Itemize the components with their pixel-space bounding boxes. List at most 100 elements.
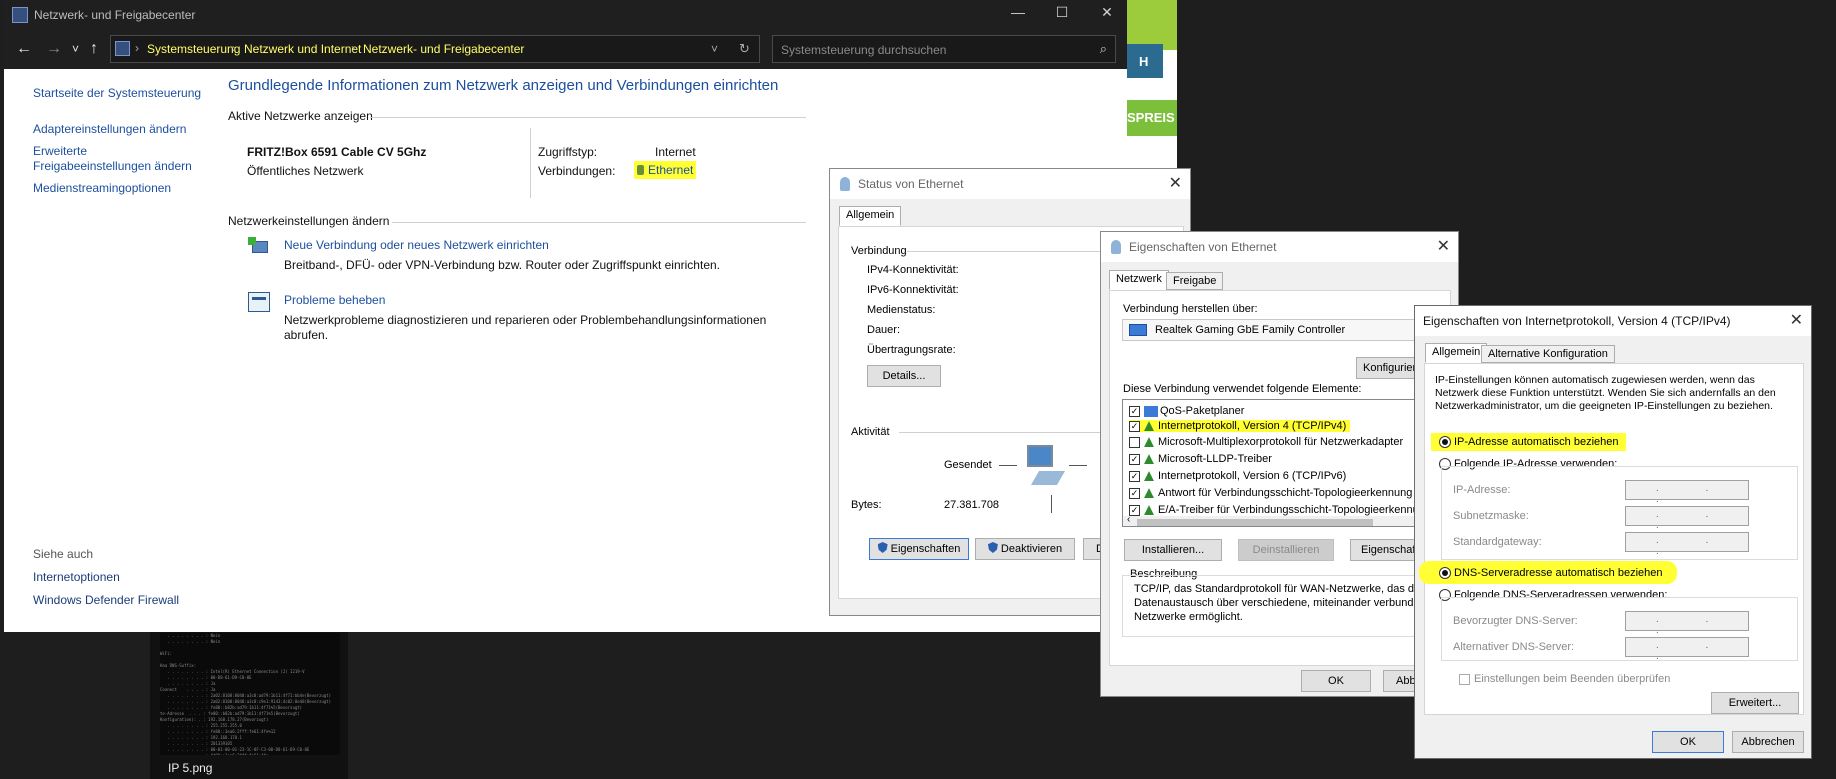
list-item[interactable]: ✓ QoS-Paketplaner	[1129, 405, 1244, 417]
checkbox[interactable]	[1459, 673, 1470, 685]
dns-preferred-label: Bevorzugter DNS-Server:	[1453, 615, 1578, 627]
radio-auto-ip[interactable]: IP-Adresse automatisch beziehen	[1431, 433, 1627, 452]
cancel-button[interactable]: Abbrechen	[1732, 731, 1804, 753]
tab-general[interactable]: Allgemein	[1425, 343, 1488, 363]
refresh-icon[interactable]: ↻	[739, 41, 750, 57]
sidebar-item-advanced-line1[interactable]: Erweiterte	[33, 144, 87, 158]
ok-button[interactable]: OK	[1301, 670, 1371, 692]
address-bar[interactable]: › Systemsteuerung › Netzwerk und Interne…	[110, 35, 760, 63]
dialog-title: Eigenschaften von Ethernet	[1129, 240, 1277, 254]
details-button[interactable]: Details...	[867, 365, 941, 387]
sidebar-link-internet-options[interactable]: Internetoptionen	[33, 570, 120, 584]
ipv4-properties-dialog: Eigenschaften von Internetprotokoll, Ver…	[1414, 305, 1812, 759]
dns-preferred-input[interactable]: . . .	[1625, 611, 1749, 636]
items-label: Diese Verbindung verwendet folgende Elem…	[1123, 383, 1362, 395]
intro-text: IP-Einstellungen können automatisch zuge…	[1435, 374, 1776, 412]
sent-label: Gesendet	[944, 459, 992, 471]
list-item[interactable]: ✓ Microsoft-LLDP-Treiber	[1129, 453, 1272, 465]
sidebar-item-media[interactable]: Medienstreamingoptionen	[33, 181, 171, 195]
up-arrow-icon[interactable]: ↑	[90, 40, 98, 58]
network-name: FRITZ!Box 6591 Cable CV 5Ghz	[247, 145, 427, 159]
list-item[interactable]: ✓ Internetprotokoll, Version 6 (TCP/IPv6)	[1129, 470, 1346, 482]
close-icon[interactable]: ✕	[1790, 310, 1803, 330]
radio-auto-dns-label: DNS-Serveradresse automatisch beziehen	[1454, 567, 1663, 579]
search-icon[interactable]: ⌕	[1100, 41, 1107, 57]
validate-checkbox[interactable]: Einstellungen beim Beenden überprüfen	[1459, 673, 1670, 685]
ethernet-link-label[interactable]: Ethernet	[648, 163, 693, 177]
close-icon[interactable]: ✕	[1437, 236, 1450, 256]
radio-button[interactable]	[1439, 567, 1451, 580]
ok-button[interactable]: OK	[1652, 731, 1724, 753]
window-titlebar: Netzwerk- und Freigabecenter — ☐ ✕	[4, 0, 1127, 30]
breadcrumb-freigabecenter[interactable]: Netzwerk- und Freigabecenter	[363, 42, 524, 56]
new-connection-icon	[248, 237, 272, 259]
search-input[interactable]: Systemsteuerung durchsuchen ⌕	[772, 35, 1116, 63]
horizontal-scrollbar[interactable]: ‹	[1123, 514, 1451, 526]
radio-auto-ip-label: IP-Adresse automatisch beziehen	[1454, 436, 1619, 448]
install-button[interactable]: Installieren...	[1124, 539, 1222, 561]
subnet-input[interactable]: . . .	[1625, 506, 1749, 531]
sidebar-item-home[interactable]: Startseite der Systemsteuerung	[33, 86, 201, 100]
background-badge-text: H	[1139, 54, 1149, 69]
sidebar-item-advanced-line2[interactable]: Freigabeeinstellungen ändern	[33, 159, 192, 173]
protocol-icon	[1144, 437, 1154, 448]
network-type[interactable]: Öffentliches Netzwerk	[247, 164, 364, 178]
address-dropdown-icon[interactable]: ˅	[711, 42, 718, 56]
radio-button[interactable]	[1439, 436, 1451, 449]
dns-alternate-input[interactable]: . . .	[1625, 637, 1749, 662]
radio-auto-dns[interactable]: DNS-Serveradresse automatisch beziehen	[1419, 561, 1677, 585]
tab-alternative-config[interactable]: Alternative Konfiguration	[1481, 345, 1615, 363]
adapter-field: Realtek Gaming GbE Family Controller	[1122, 319, 1452, 341]
task-troubleshoot-desc-line1: Netzwerkprobleme diagnostizieren und rep…	[284, 313, 767, 327]
protocol-icon	[1144, 488, 1154, 499]
deactivate-button[interactable]: Deaktivieren	[975, 538, 1075, 560]
list-item[interactable]: Microsoft-Multiplexorprotokoll für Netzw…	[1129, 436, 1403, 448]
breadcrumb-systemsteuerung[interactable]: Systemsteuerung	[147, 42, 240, 56]
close-icon[interactable]: ✕	[1169, 173, 1182, 193]
background-banner	[1125, 0, 1177, 50]
advanced-button[interactable]: Erweitert...	[1711, 692, 1799, 714]
maximize-button[interactable]: ☐	[1051, 4, 1073, 26]
forward-arrow-icon[interactable]: →	[46, 40, 62, 58]
gateway-label: Standardgateway:	[1453, 536, 1542, 548]
speed-label: Übertragungsrate:	[867, 344, 956, 356]
recent-locations-icon[interactable]: ˅	[72, 42, 79, 56]
gateway-input[interactable]: . . .	[1625, 532, 1749, 557]
scrollbar-thumb[interactable]	[1137, 519, 1373, 526]
list-item[interactable]: ✓ Antwort für Verbindungsschicht-Topologi…	[1129, 487, 1412, 499]
list-item-ipv4[interactable]: ✓ Internetprotokoll, Version 4 (TCP/IPv4)	[1129, 420, 1351, 432]
properties-button[interactable]: Eigenschaften	[869, 538, 969, 560]
sidebar-link-firewall[interactable]: Windows Defender Firewall	[33, 593, 179, 607]
access-type-value: Internet	[655, 145, 696, 159]
media-status-label: Medienstatus:	[867, 304, 936, 316]
task-new-connection[interactable]: Neue Verbindung oder neues Netzwerk einr…	[284, 238, 549, 252]
components-list[interactable]: ✓ QoS-Paketplaner ✓ Internetprotokoll, Ver…	[1122, 399, 1452, 527]
uninstall-button[interactable]: Deinstallieren	[1238, 539, 1334, 561]
dns-alternate-label: Alternativer DNS-Server:	[1453, 641, 1575, 653]
sidebar-item-adapter[interactable]: Adaptereinstellungen ändern	[33, 122, 186, 136]
minimize-button[interactable]: —	[1007, 4, 1029, 26]
uac-shield-icon	[987, 542, 998, 553]
network-adapter-icon	[1129, 324, 1147, 336]
tab-allgemein[interactable]: Allgemein	[839, 206, 902, 226]
search-placeholder: Systemsteuerung durchsuchen	[781, 43, 947, 57]
dialog-title: Eigenschaften von Internetprotokoll, Ver…	[1423, 314, 1731, 328]
ip-address-input[interactable]: . . .	[1625, 480, 1749, 505]
close-button[interactable]: ✕	[1096, 4, 1118, 26]
tab-freigabe[interactable]: Freigabe	[1166, 272, 1224, 290]
breadcrumb-netzwerk-internet[interactable]: Netzwerk und Internet	[244, 42, 361, 56]
background-file-thumbnail[interactable]: . . . . . . . . : Nein . . . . . . . . :…	[150, 629, 348, 779]
list-item-label: Microsoft-LLDP-Treiber	[1158, 453, 1272, 465]
validate-checkbox-label: Einstellungen beim Beenden überprüfen	[1474, 673, 1671, 685]
back-arrow-icon[interactable]: ←	[16, 40, 32, 58]
task-troubleshoot[interactable]: Probleme beheben	[284, 293, 385, 307]
control-panel-icon	[115, 41, 130, 56]
list-item-label: Internetprotokoll, Version 6 (TCP/IPv6)	[1158, 470, 1347, 482]
connections-ethernet-link[interactable]: Ethernet	[634, 161, 697, 179]
duration-label: Dauer:	[867, 324, 901, 336]
scroll-left-icon[interactable]: ‹	[1127, 514, 1130, 525]
active-networks-label: Aktive Netzwerke anzeigen	[228, 109, 373, 123]
list-item[interactable]: ✓ E/A-Treiber für Verbindungsschicht-Topo…	[1129, 504, 1431, 516]
tab-netzwerk[interactable]: Netzwerk	[1109, 270, 1169, 290]
bytes-sent-value: 27.381.708	[944, 499, 1000, 511]
